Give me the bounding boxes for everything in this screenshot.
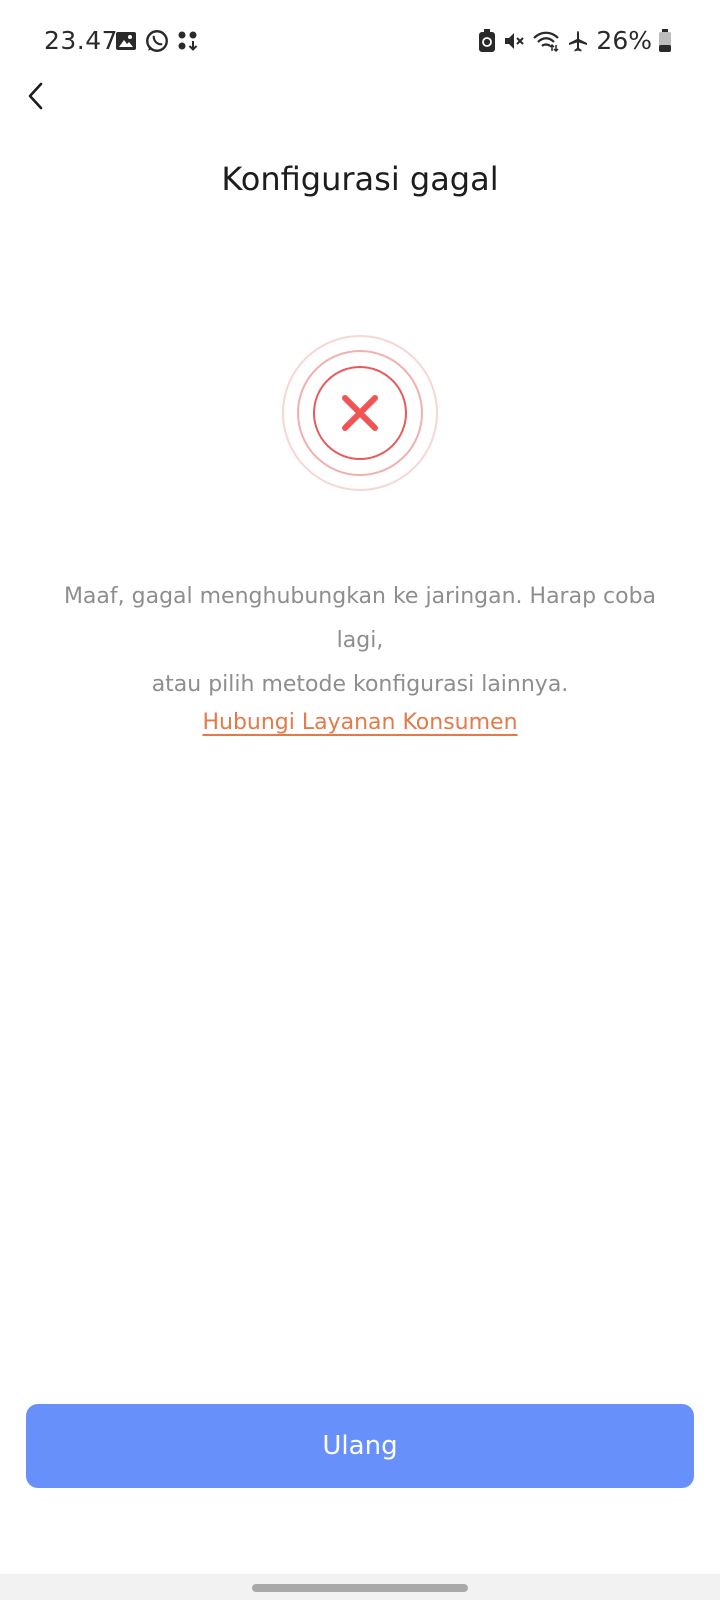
battery-saver-icon [478,28,496,53]
error-message: Maaf, gagal menghubungkan ke jaringan. H… [40,575,680,707]
back-button[interactable] [14,76,58,120]
chevron-left-icon [24,81,48,115]
error-message-line2: atau pilih metode konfigurasi lainnya. [151,672,569,697]
retry-button[interactable]: Ulang [26,1404,694,1488]
status-time: 23.47 [44,26,119,55]
status-left-icons [114,28,200,54]
page-title: Konfigurasi gagal [221,160,499,198]
app-download-icon [176,29,200,53]
status-right-icons: 26% [478,26,672,55]
battery-percentage: 26% [596,26,652,55]
whatsapp-icon [144,28,170,54]
screen: 23.47 26% Konfigurasi gagal Maaf, gagal … [0,0,720,1600]
mute-icon [502,29,526,53]
error-message-line1: Maaf, gagal menghubungkan ke jaringan. H… [63,584,657,653]
wifi-icon [532,29,560,53]
status-bar: 23.47 26% [0,0,720,80]
battery-icon [658,28,672,53]
support-link-container: Hubungi Layanan Konsumen [0,710,720,735]
error-x-icon [280,333,440,493]
image-icon [114,29,138,53]
home-indicator[interactable] [252,1584,468,1592]
contact-support-link[interactable]: Hubungi Layanan Konsumen [202,710,517,735]
airplane-icon [566,29,590,53]
